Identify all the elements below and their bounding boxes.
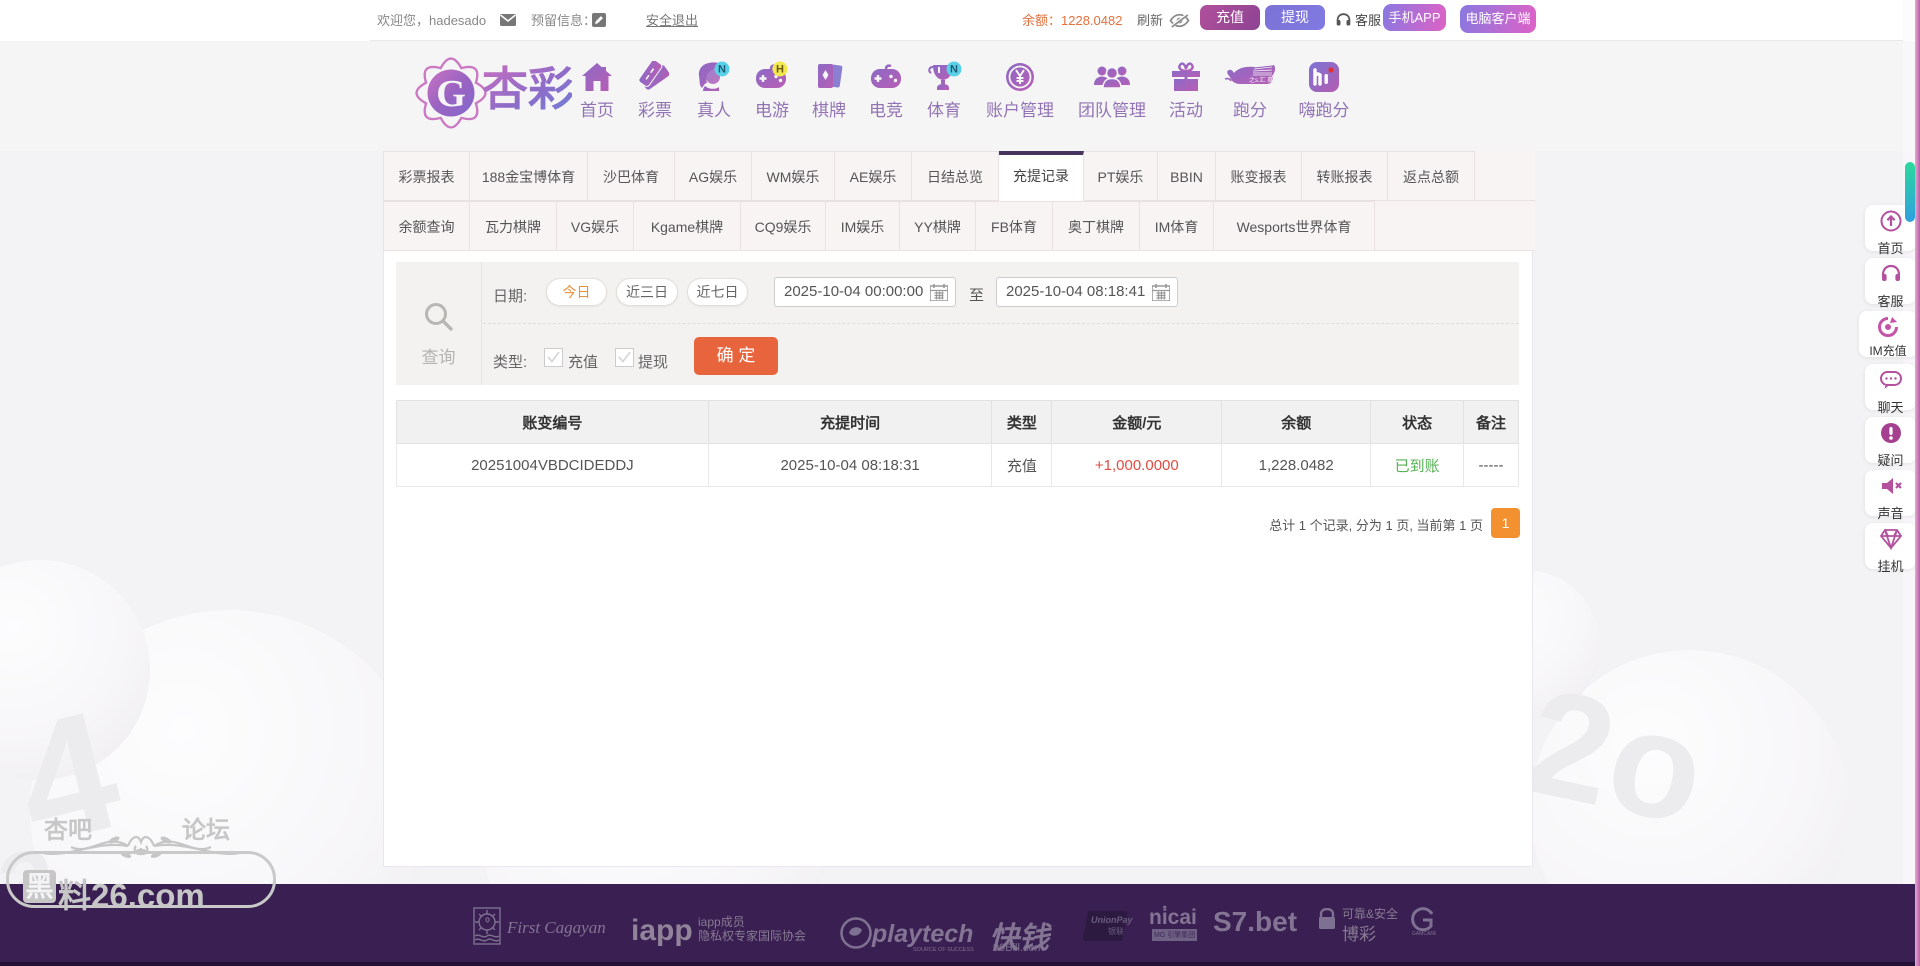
svg-text:之s.汇 赛中至优墙: 之s.汇 赛中至优墙 [1249,76,1278,84]
svg-text:SOURCE OF SUCCESS: SOURCE OF SUCCESS [913,947,974,953]
svg-text:H: H [776,64,784,76]
svg-text:N: N [718,64,726,76]
svg-text:N: N [950,64,958,76]
svg-text:银联: 银联 [1108,926,1124,936]
svg-text:G: G [436,73,466,115]
svg-text:GAMCARE: GAMCARE [1412,931,1436,936]
svg-text:杏彩: 杏彩 [482,63,572,115]
svg-text:First Cagayan: First Cagayan [506,918,606,937]
svg-text:playtech: playtech [871,920,973,948]
svg-text:UnionPay: UnionPay [1091,915,1134,925]
